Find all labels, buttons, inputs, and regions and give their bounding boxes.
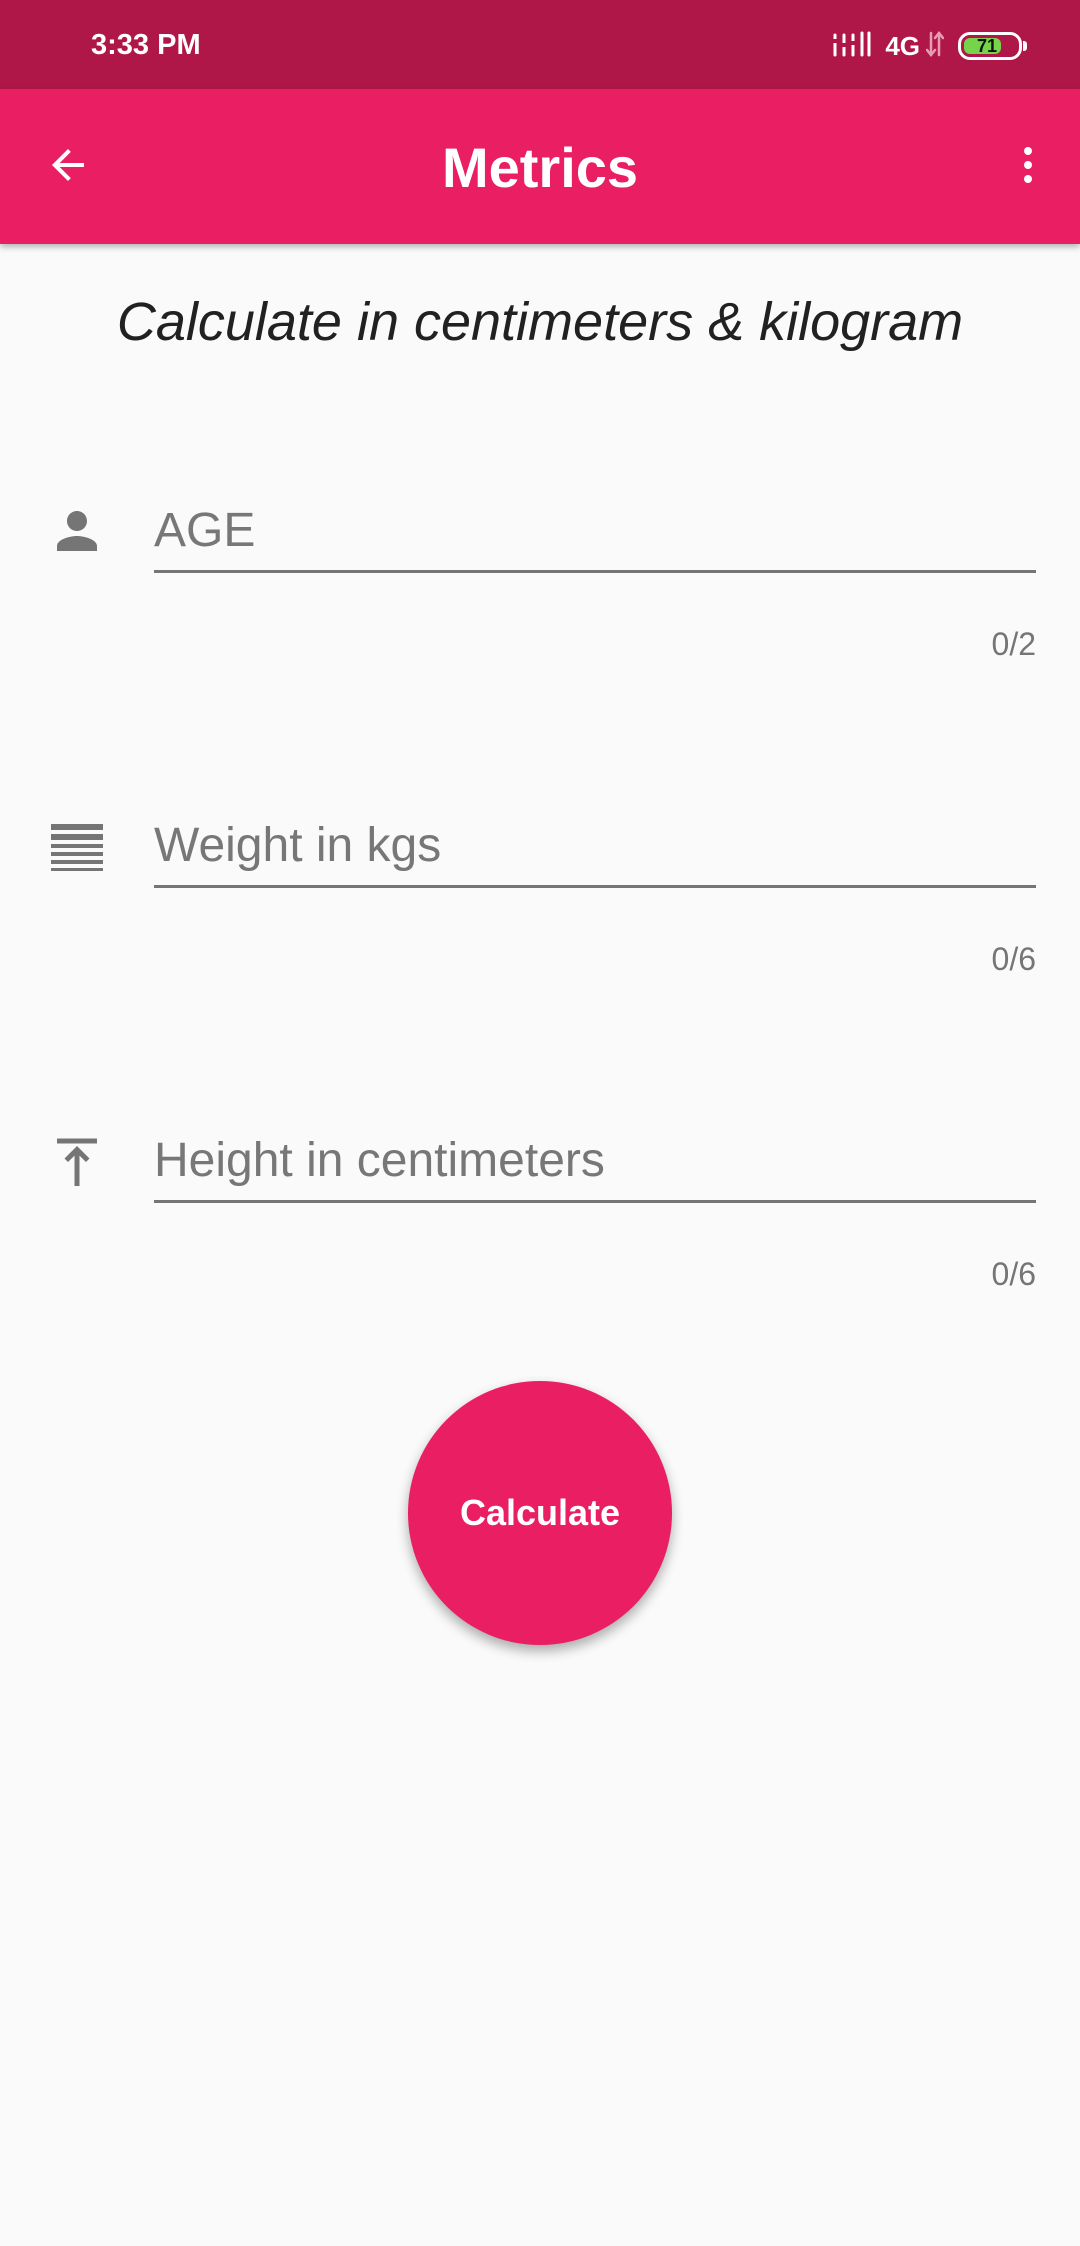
weight-char-counter: 0/6 (991, 941, 1036, 977)
height-arrow-icon (40, 1124, 114, 1198)
height-input[interactable] (154, 1120, 1036, 1203)
weight-input[interactable] (154, 805, 1036, 888)
age-char-counter: 0/2 (991, 626, 1036, 662)
height-field: 0/6 (0, 1100, 1080, 1300)
status-bar: 3:33 PM 4G 71 (0, 0, 1080, 89)
more-vert-icon (1004, 141, 1052, 194)
overflow-menu-button[interactable] (990, 129, 1066, 205)
data-activity-icon (925, 29, 945, 64)
subtitle: Calculate in centimeters & kilogram (116, 292, 964, 352)
person-icon (40, 494, 114, 568)
status-indicators: 4G 71 (831, 29, 1027, 64)
height-char-counter: 0/6 (991, 1256, 1036, 1292)
weight-field: 0/6 (0, 785, 1080, 985)
age-field: 0/2 (0, 470, 1080, 670)
age-input[interactable] (154, 490, 1036, 573)
signal-strength-icon (831, 29, 871, 64)
status-time: 3:33 PM (91, 29, 201, 61)
page-title: Metrics (441, 136, 639, 199)
calculate-button[interactable]: Calculate (408, 1381, 672, 1645)
battery-percent: 71 (976, 36, 998, 56)
app-bar: Metrics (0, 89, 1080, 244)
weight-lines-icon (40, 809, 114, 883)
battery-tip (1023, 41, 1027, 51)
network-type: 4G (885, 30, 920, 61)
battery-icon: 71 (958, 32, 1027, 60)
